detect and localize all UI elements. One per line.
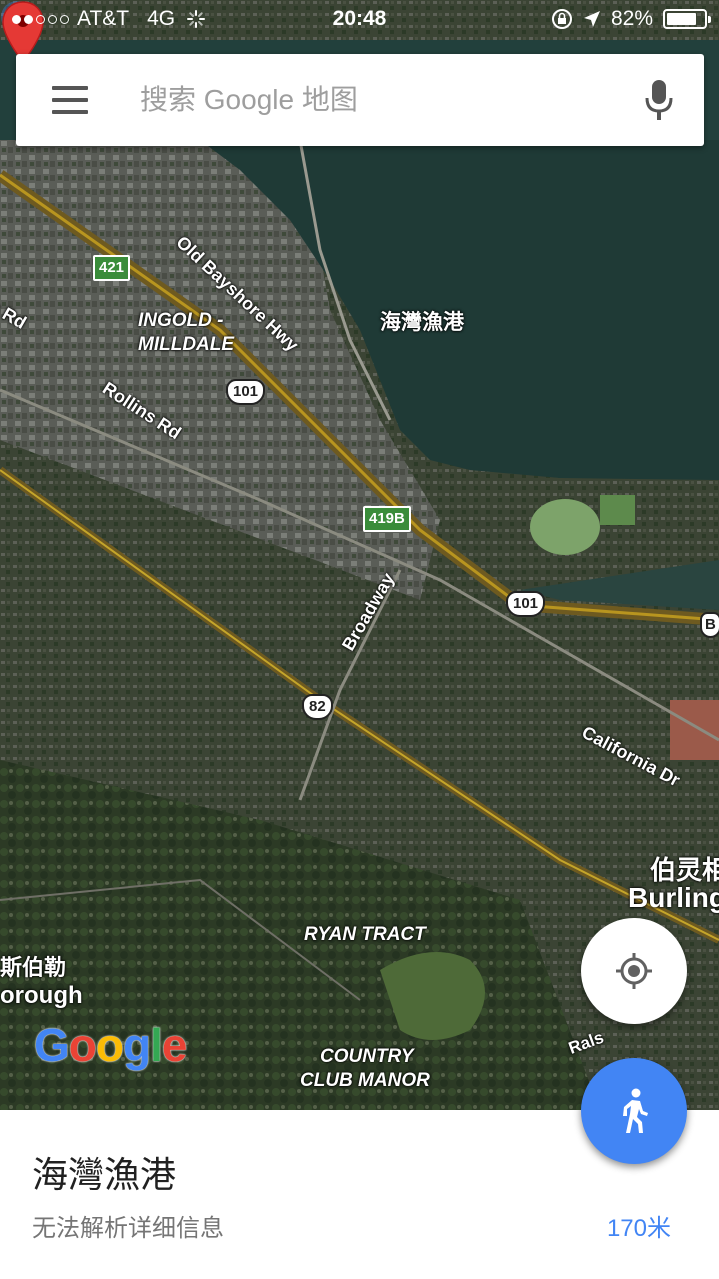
google-logo-letter: o bbox=[95, 1019, 124, 1071]
status-right: 82% bbox=[551, 7, 711, 31]
menu-icon[interactable] bbox=[52, 86, 88, 114]
walking-distance: 170米 bbox=[606, 1215, 671, 1242]
my-location-icon bbox=[616, 953, 652, 989]
map-label-club-manor[interactable]: CLUB MANOR bbox=[300, 1070, 430, 1092]
mic-icon[interactable] bbox=[644, 78, 674, 122]
my-location-button[interactable] bbox=[581, 918, 687, 1024]
battery-icon bbox=[663, 9, 711, 29]
google-logo-letter: l bbox=[150, 1019, 163, 1071]
google-logo-letter: G bbox=[34, 1019, 70, 1071]
map-label-ryan-tract[interactable]: RYAN TRACT bbox=[304, 924, 426, 946]
status-bar: AT&T 4G 20:48 82% bbox=[0, 0, 719, 40]
walk-icon bbox=[623, 1088, 648, 1133]
map-label-ingold[interactable]: INGOLD - bbox=[138, 310, 224, 332]
google-logo-letter: o bbox=[68, 1019, 97, 1071]
pin-place-label[interactable]: 海灣漁港 bbox=[380, 306, 464, 336]
highway-shield-419b: 419B bbox=[363, 506, 411, 532]
google-logo-letter: e bbox=[161, 1019, 188, 1071]
rotation-lock-icon bbox=[551, 9, 572, 29]
battery-percent: 82% bbox=[610, 7, 653, 30]
map-label-burlingame[interactable]: Burling bbox=[628, 882, 719, 914]
highway-shield-82: 82 bbox=[302, 694, 333, 720]
place-title: 海灣漁港 bbox=[32, 1154, 177, 1195]
google-logo-letter: g bbox=[123, 1019, 151, 1071]
search-input[interactable] bbox=[138, 79, 602, 121]
place-subtitle: 无法解析详细信息 bbox=[32, 1215, 224, 1242]
google-logo: Google bbox=[34, 1018, 188, 1072]
highway-shield-421: 421 bbox=[93, 255, 131, 281]
walk-directions-button[interactable] bbox=[581, 1058, 687, 1164]
location-arrow-icon bbox=[583, 11, 600, 27]
highway-shield-b: B bbox=[700, 612, 719, 638]
map-label-hillsborough[interactable]: orough bbox=[0, 982, 83, 1010]
map-label-country[interactable]: COUNTRY bbox=[320, 1046, 414, 1068]
map-label-hillsborough-cn[interactable]: 斯伯勒 bbox=[0, 950, 66, 982]
highway-shield-101-south: 101 bbox=[506, 591, 546, 617]
map-label-milldale[interactable]: MILLDALE bbox=[138, 334, 234, 356]
highway-shield-101-north: 101 bbox=[226, 379, 266, 405]
search-bar bbox=[16, 54, 704, 146]
